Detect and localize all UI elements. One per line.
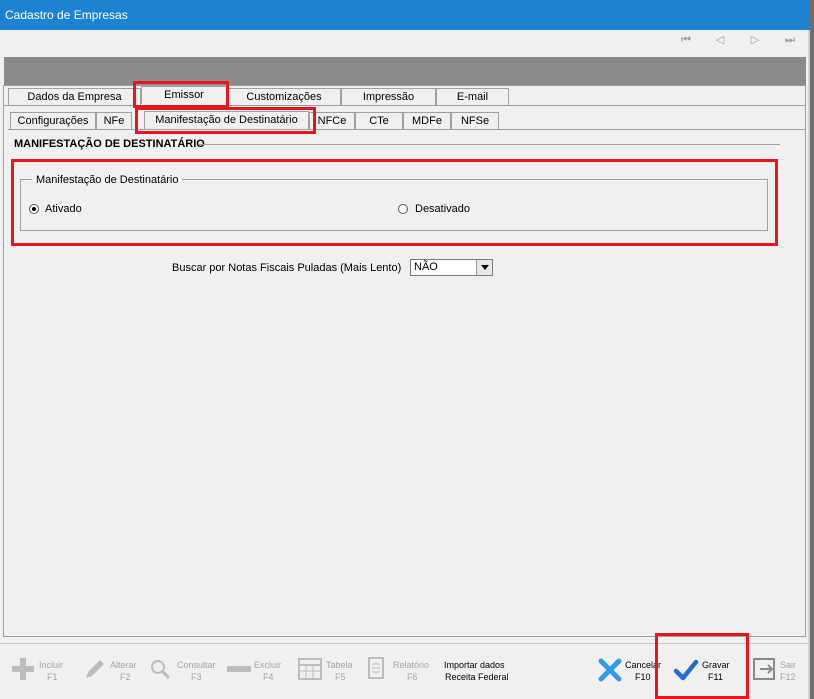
tab-nfe[interactable]: NFe [96, 112, 132, 129]
plus-icon [12, 658, 34, 680]
buscar-notas-label: Buscar por Notas Fiscais Puladas (Mais L… [172, 262, 402, 274]
sair-button[interactable]: Sair F12 [752, 655, 802, 687]
pencil-icon [86, 660, 104, 678]
title-bar: Cadastro de Empresas [0, 0, 810, 30]
first-record-icon[interactable]: ⏮ [679, 33, 693, 47]
window-right-edge [810, 0, 814, 699]
search-icon [151, 660, 171, 680]
importar-dados-button[interactable]: Importar dados Receita Federal [440, 655, 520, 687]
tab-dados-da-empresa[interactable]: Dados da Empresa [8, 88, 141, 105]
incluir-button[interactable]: Incluir F1 [8, 655, 70, 687]
tab-mdfe[interactable]: MDFe [403, 112, 451, 129]
consultar-button[interactable]: Consultar F3 [150, 655, 216, 687]
tab-nfse[interactable]: NFSe [451, 112, 499, 129]
header-gray-bar [4, 57, 806, 85]
report-icon [368, 657, 384, 679]
sub-tabs-baseline [8, 129, 805, 130]
highlight-gravar-button [655, 633, 749, 699]
table-icon [298, 658, 322, 680]
buscar-notas-select[interactable]: NÃO [410, 259, 493, 276]
minus-icon [227, 666, 251, 672]
previous-record-icon[interactable]: ◁ [713, 33, 727, 47]
highlight-emissor-tab [133, 81, 229, 108]
window-right-border [808, 30, 810, 699]
exit-icon [753, 658, 775, 680]
tab-cte[interactable]: CTe [355, 112, 403, 129]
tab-email[interactable]: E-mail [436, 88, 509, 105]
next-record-icon[interactable]: ▷ [748, 33, 762, 47]
alterar-button[interactable]: Alterar F2 [82, 655, 144, 687]
close-icon [598, 658, 622, 682]
cancelar-button[interactable]: Cancelar F10 [596, 655, 662, 687]
relatorio-button[interactable]: Relatório F6 [366, 655, 434, 687]
tabela-button[interactable]: Tabela F5 [298, 655, 356, 687]
chevron-down-icon[interactable] [476, 260, 492, 275]
tab-configuracoes[interactable]: Configurações [10, 112, 96, 129]
highlight-manifestacao-group [11, 159, 778, 246]
excluir-button[interactable]: Excluir F4 [226, 655, 288, 687]
highlight-manifestacao-tab [135, 107, 316, 134]
section-title: MANIFESTAÇÃO DE DESTINATÁRIO [14, 138, 205, 150]
main-tabs-baseline [4, 105, 806, 106]
tab-impressao[interactable]: Impressão [341, 88, 436, 105]
buscar-notas-value: NÃO [414, 261, 438, 273]
last-record-icon[interactable]: ⏭ [783, 33, 797, 47]
window-title: Cadastro de Empresas [5, 8, 128, 22]
section-divider [198, 144, 780, 145]
tab-customizacoes[interactable]: Customizações [227, 88, 341, 105]
